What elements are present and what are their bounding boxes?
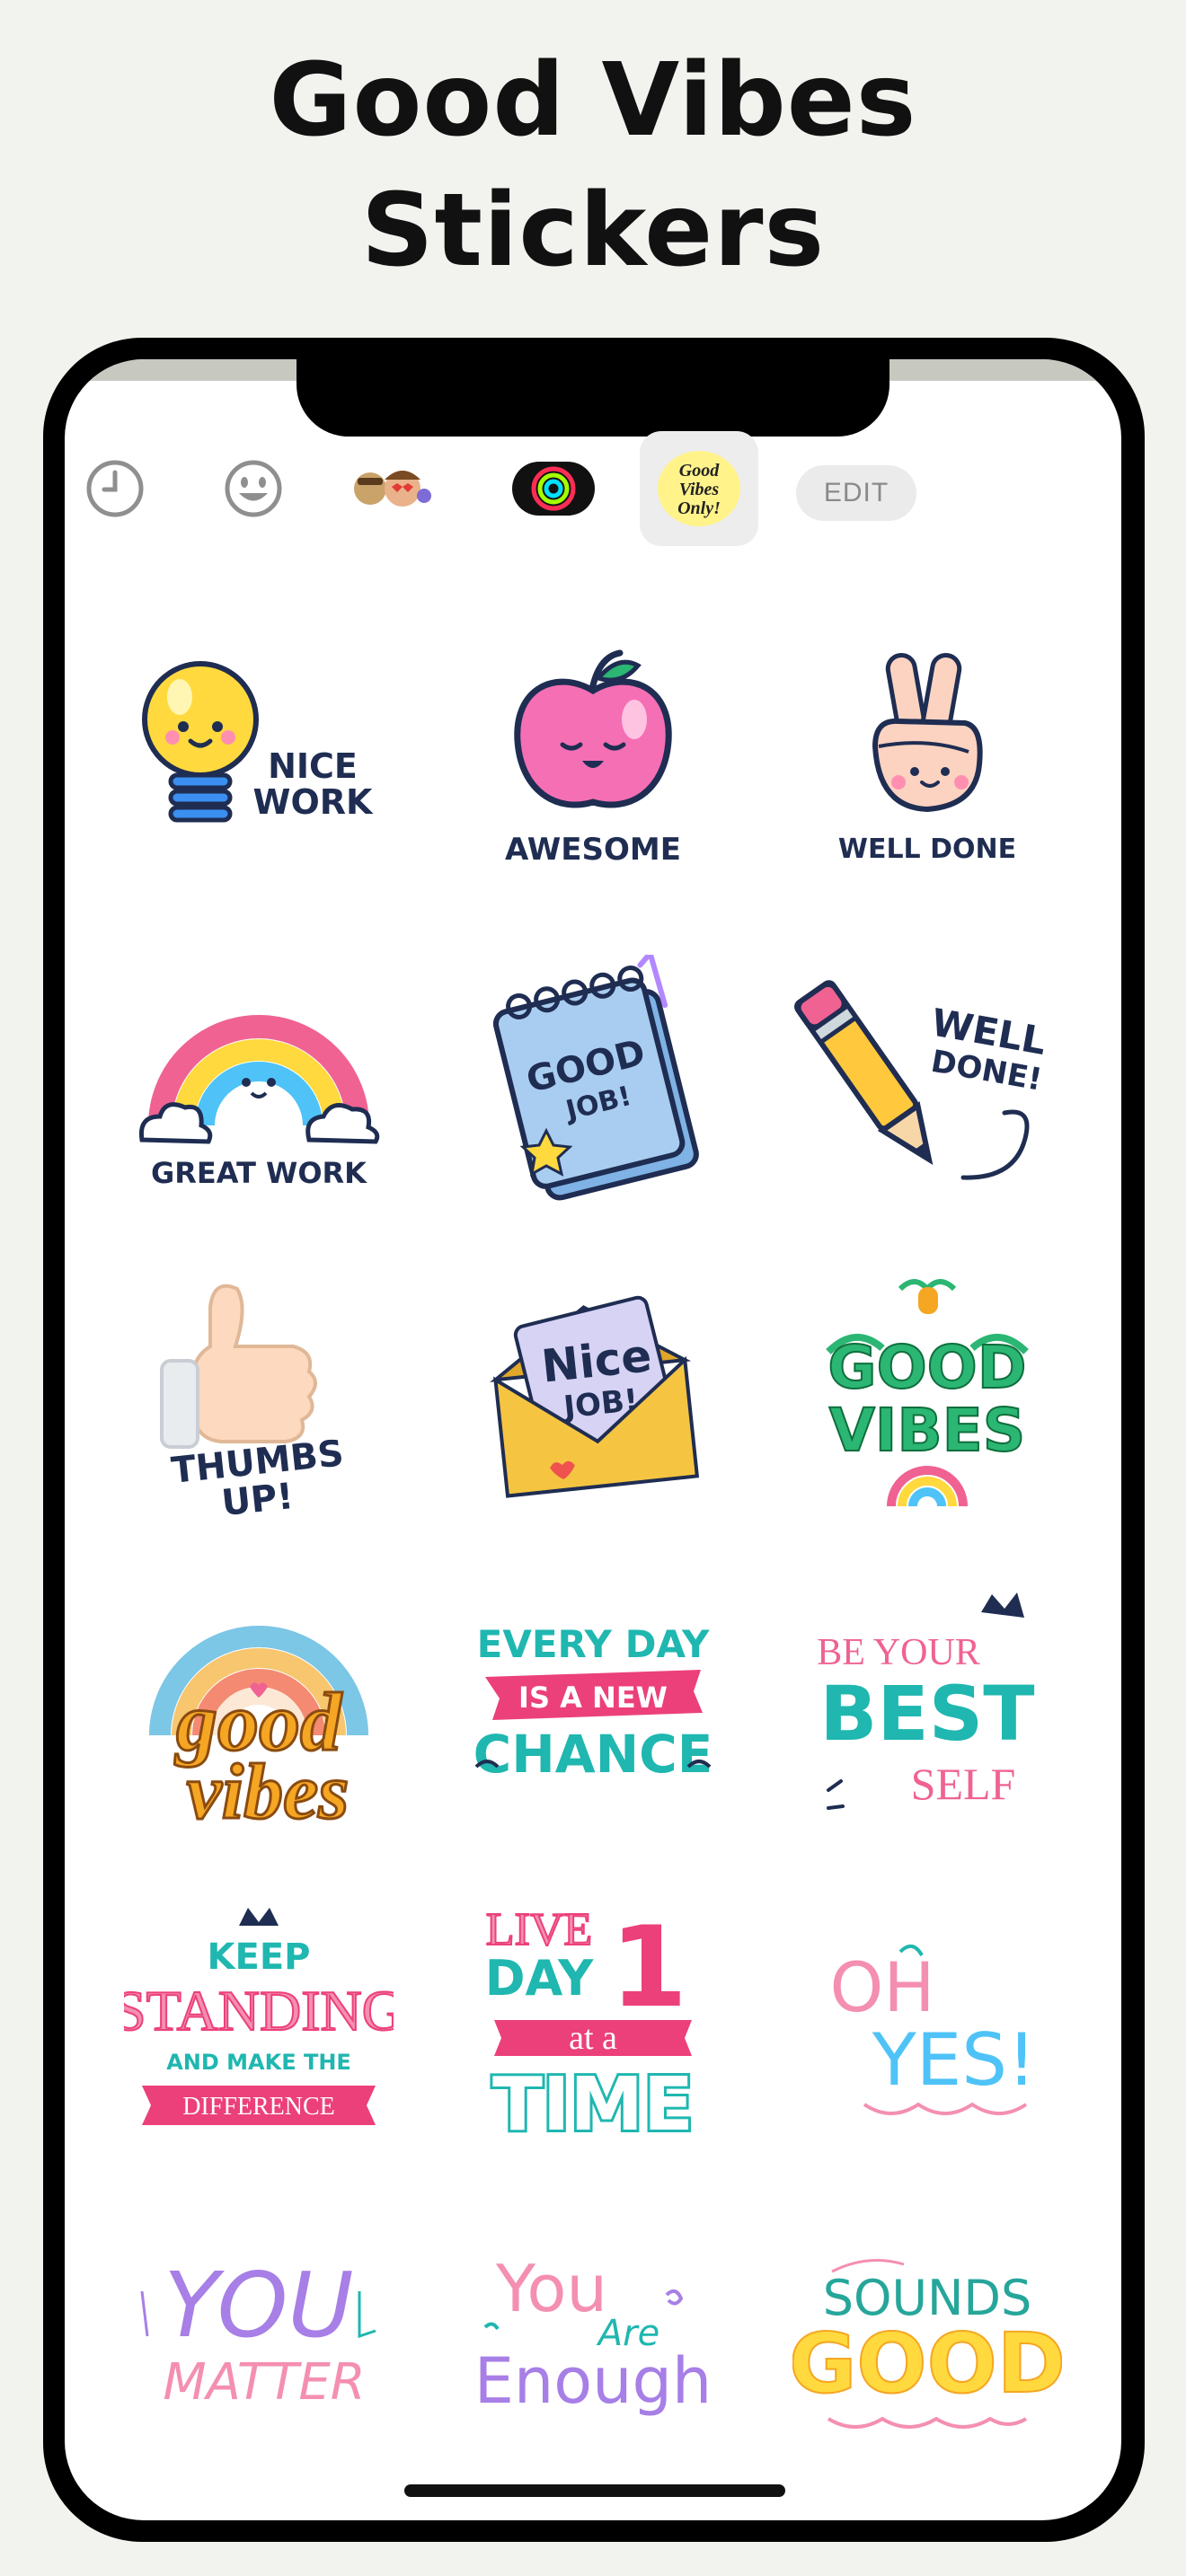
sticker-text: You <box>495 2251 607 2326</box>
edit-button[interactable]: EDIT <box>796 465 916 521</box>
sticker-text: BEST <box>819 1670 1034 1758</box>
thumbs-up-icon: THUMBS UP! <box>160 1284 346 1522</box>
sticker-be-your-best-self[interactable]: BE YOUR BEST SELF <box>760 1555 1094 1871</box>
sticker-text: DIFFERENCE <box>182 2093 335 2121</box>
envelope-icon: Nice JOB! <box>490 1295 700 1498</box>
sticker-text: OH <box>830 1947 935 2027</box>
crown-icon: BE YOUR BEST SELF <box>817 1592 1035 1810</box>
sticker-text: UP! <box>219 1476 295 1522</box>
sticker-you-are-enough[interactable]: You Are Enough <box>426 2187 760 2503</box>
good-vibes-icon: GOOD VIBES <box>826 1279 1029 1507</box>
sticker-text: YOU <box>164 2253 353 2358</box>
apple-icon: AWESOME <box>505 649 681 868</box>
sticker-text: NICE <box>268 746 358 786</box>
live-one-day-icon: LIVE DAY 1 at a TIME <box>485 1903 696 2150</box>
smiley-icon <box>225 460 282 517</box>
sticker-great-work[interactable]: GREAT WORK <box>92 922 426 1239</box>
sticker-text: Enough <box>474 2344 712 2418</box>
sticker-text: GOOD <box>828 1333 1026 1402</box>
sticker-nice-work[interactable]: NICE WORK <box>92 606 426 922</box>
sticker-good-job-notepad[interactable]: GOOD JOB! <box>426 922 760 1239</box>
sticker-text: GREAT WORK <box>151 1156 367 1190</box>
notepad-icon: GOOD JOB! <box>492 955 699 1201</box>
recents-button[interactable] <box>65 431 173 546</box>
good-vibes-only-pack-icon: Good Vibes Only! <box>658 451 740 526</box>
sticker-text: VIBES <box>829 1396 1026 1465</box>
sticker-text: MATTER <box>163 2353 365 2412</box>
headline-line-2: Stickers <box>360 172 826 289</box>
sticker-text: GOOD <box>792 2316 1062 2412</box>
pencil-icon: WELL DONE! <box>794 980 1049 1180</box>
you-matter-icon: YOU MATTER <box>140 2253 376 2412</box>
sticker-text: SELF <box>911 1759 1016 1809</box>
sticker-text: KEEP <box>208 1936 311 1978</box>
ribbon-banner-icon: EVERY DAY IS A NEW CHANCE <box>474 1622 713 1785</box>
sticker-you-matter[interactable]: YOU MATTER <box>92 2187 426 2503</box>
you-are-enough-icon: You Are Enough <box>474 2251 712 2418</box>
memoji-button[interactable] <box>332 431 447 546</box>
sticker-text: TIME <box>492 2062 694 2148</box>
rainbow-script-icon: good vibes <box>149 1626 368 1838</box>
sticker-text: at a <box>569 2019 617 2057</box>
sticker-text: WORK <box>253 782 374 822</box>
sticker-text: CHANCE <box>474 1724 713 1785</box>
sticker-every-day-new-chance[interactable]: EVERY DAY IS A NEW CHANCE <box>426 1555 760 1871</box>
sticker-sounds-good[interactable]: SOUNDS GOOD <box>760 2187 1094 2503</box>
sticker-thumbs-up[interactable]: THUMBS UP! <box>92 1239 426 1555</box>
sticker-good-vibes-green[interactable]: GOOD VIBES <box>760 1239 1094 1555</box>
sticker-text: LIVE <box>486 1904 592 1955</box>
sticker-text: EVERY DAY <box>477 1622 710 1666</box>
notch <box>296 359 890 437</box>
pack-text-2: Vibes <box>679 480 720 499</box>
peace-hand-icon: WELL DONE <box>838 653 1016 865</box>
keep-standing-icon: KEEP STANDING AND MAKE THE DIFFERENCE <box>124 1908 394 2125</box>
sounds-good-icon: SOUNDS GOOD <box>792 2259 1062 2429</box>
sticker-oh-yes[interactable]: OH YES! <box>760 1871 1094 2187</box>
home-indicator[interactable] <box>404 2484 785 2497</box>
sticker-text: AWESOME <box>505 832 681 868</box>
sticker-text: DAY <box>485 1950 594 2007</box>
rainbow-icon: GREAT WORK <box>138 1015 380 1190</box>
sticker-toolbar: Good Vibes Only! EDIT <box>65 431 1121 566</box>
sticker-text: WELL DONE <box>838 834 1016 865</box>
sticker-text: BE YOUR <box>817 1632 980 1673</box>
activity-rings-icon <box>512 462 595 516</box>
sticker-good-vibes-rainbow[interactable]: good vibes <box>92 1555 426 1871</box>
lightbulb-icon: NICE WORK <box>142 661 374 823</box>
sticker-well-done-pencil[interactable]: WELL DONE! <box>760 922 1094 1239</box>
sticker-awesome[interactable]: AWESOME <box>426 606 760 922</box>
emoji-button[interactable] <box>196 431 311 546</box>
memoji-faces-icon <box>354 471 431 507</box>
sticker-text: 1 <box>610 1903 687 2033</box>
sticker-text: YES! <box>872 2018 1036 2102</box>
headline-line-1: Good Vibes <box>269 42 917 159</box>
sticker-live-one-day[interactable]: LIVE DAY 1 at a TIME <box>426 1871 760 2187</box>
clock-icon <box>86 460 144 517</box>
sticker-text: IS A NEW <box>518 1681 668 1715</box>
activity-button[interactable] <box>509 431 598 546</box>
sticker-keep-standing[interactable]: KEEP STANDING AND MAKE THE DIFFERENCE <box>92 1871 426 2187</box>
headline: Good Vibes Stickers <box>0 36 1186 296</box>
pack-text-3: Only! <box>677 498 721 518</box>
sticker-well-done-peace[interactable]: WELL DONE <box>760 606 1094 922</box>
sticker-text: AND MAKE THE <box>166 2050 351 2075</box>
sticker-text: STANDING <box>124 1979 394 2042</box>
oh-yes-icon: OH YES! <box>830 1945 1036 2115</box>
sticker-text: vibes <box>187 1749 350 1836</box>
sticker-nice-job-envelope[interactable]: Nice JOB! <box>426 1239 760 1555</box>
phone-screen: Good Vibes Only! EDIT NICE WORK AWESOME … <box>65 359 1121 2520</box>
pack-text-1: Good <box>679 461 720 481</box>
good-vibes-pack-button[interactable]: Good Vibes Only! <box>640 431 758 546</box>
